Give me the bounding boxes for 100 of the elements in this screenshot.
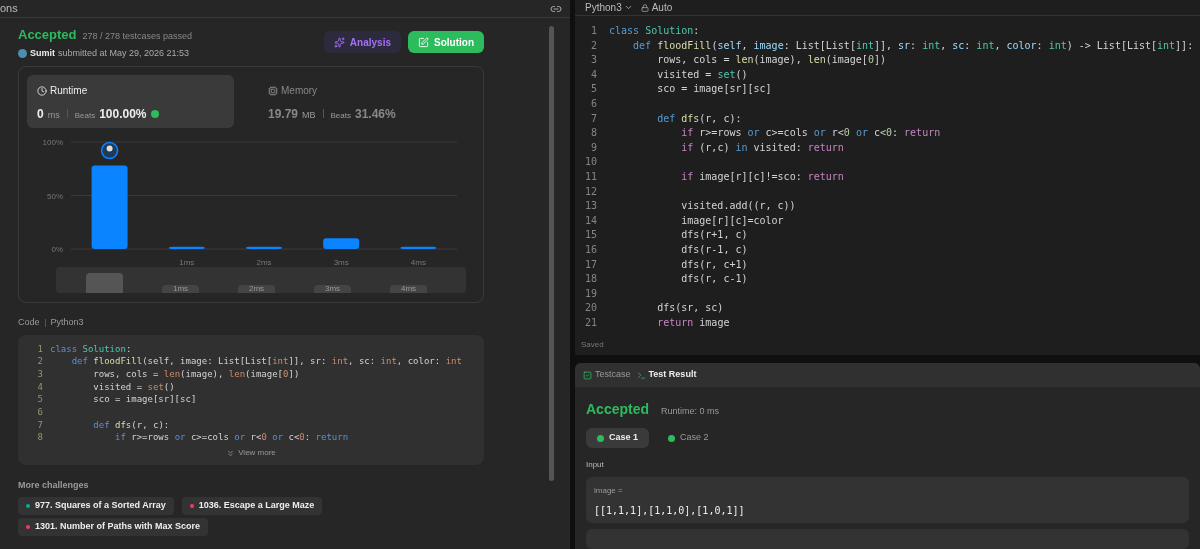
code-line: dfs(sr, sc) — [656, 301, 724, 316]
code-line: visited = set() — [656, 67, 748, 82]
sparkle-icon — [333, 36, 345, 48]
runtime-text: Runtime: 0 ms — [661, 405, 720, 418]
testcases-count: 278 / 278 testcases passed — [82, 30, 193, 43]
code-line: if r>=rows or c>=cols or r<0 or c<0: return — [680, 126, 941, 141]
line-number: 5 — [589, 82, 598, 97]
line-number: 15 — [583, 228, 598, 243]
bar — [400, 246, 437, 249]
avatar-marker-icon — [100, 141, 119, 160]
code-line: rows, cols = len(image), len(image[0]) — [656, 53, 886, 68]
code-line: dfs(r-1, c) — [680, 242, 748, 257]
code-line: dfs(r, c-1) — [680, 272, 748, 287]
bar — [323, 238, 360, 249]
input-label: Input — [586, 459, 605, 471]
challenge-chip[interactable]: 1036. Escape a Large Maze — [181, 497, 323, 515]
scrollbar-thumb[interactable] — [549, 26, 554, 481]
result-status: Accepted — [586, 400, 650, 419]
code-line: visited = set() — [92, 380, 175, 394]
mode-label: Auto — [651, 1, 673, 15]
code-line: def floodFill(self, image: List[List[int]], sr: int, sc: int, color: int) -> List[List[int]]: — [632, 38, 1194, 53]
terminal-icon — [636, 370, 646, 380]
line-number: 6 — [589, 96, 598, 111]
code-line: def floodFill(self, image: List[List[int]], sr: int, sc: int, color: int — [70, 355, 462, 368]
stat-label: Runtime — [50, 84, 88, 98]
language-dropdown[interactable]: Python3 — [585, 0, 633, 15]
range-navigator[interactable]: 1ms 2ms 3ms 4ms — [56, 267, 466, 293]
axis-label: 4ms — [410, 258, 426, 267]
save-status: Saved — [581, 339, 605, 351]
line-number: 3 — [589, 53, 598, 68]
code-label: Code — [18, 316, 40, 329]
axis-label: 2ms — [256, 258, 272, 267]
challenge-chip[interactable]: 977. Squares of a Sorted Array — [18, 497, 174, 515]
panel-tab[interactable]: Test Result — [636, 368, 697, 382]
submitted-time: submitted at May 29, 2026 21:53 — [58, 46, 190, 60]
bar — [246, 246, 282, 249]
axis-label: 100% — [42, 138, 63, 147]
edit-icon — [418, 36, 429, 48]
code-line: if (r,c) in visited: return — [680, 140, 844, 155]
code-line: def dfs(r, c): — [656, 111, 742, 126]
code-line: image[r][c]=color — [680, 213, 784, 228]
code-line: sco = image[sr][sc] — [656, 82, 772, 97]
view-more-button[interactable]: View more — [226, 447, 276, 459]
line-number: 3 — [36, 367, 44, 381]
line-number: 9 — [589, 140, 598, 155]
line-number: 2 — [589, 38, 598, 53]
line-number: 11 — [583, 169, 598, 184]
beats-label: Beats — [330, 110, 351, 122]
line-number: 7 — [589, 111, 598, 126]
line-number: 8 — [36, 431, 44, 444]
code-line: if image[r][c]!=sco: return — [680, 169, 844, 184]
line-number: 13 — [583, 199, 598, 214]
status-title: Accepted — [18, 26, 77, 44]
input-value: [[1,1,1],[1,1,0],[1,0,1]] — [594, 504, 746, 518]
panel-tab[interactable]: Testcase — [583, 368, 631, 382]
badge-icon — [150, 110, 159, 118]
line-number: 12 — [583, 184, 598, 199]
line-number: 10 — [583, 155, 598, 170]
user-name[interactable]: Sumit — [30, 46, 55, 60]
case-tab[interactable]: Case 2 — [657, 428, 720, 448]
stat-label: Memory — [281, 84, 318, 98]
line-number: 4 — [589, 67, 598, 82]
line-number: 19 — [583, 286, 598, 301]
stat-tile[interactable]: Memory 19.79 MB Beats 31.46% — [258, 75, 465, 128]
panel-tab[interactable]: ons — [0, 0, 18, 17]
line-number: 16 — [583, 242, 598, 257]
navigator-label: 1ms — [162, 285, 199, 293]
stat-unit: ms — [47, 109, 60, 122]
user-avatar-icon — [18, 48, 27, 58]
line-number: 7 — [36, 418, 44, 432]
code-line: class Solution: — [609, 24, 700, 38]
line-number: 18 — [583, 272, 598, 287]
code-line: return image — [656, 315, 730, 330]
beats-value: 31.46% — [355, 106, 396, 123]
chevrons-down-icon — [226, 448, 236, 458]
code-line: dfs(r+1, c) — [680, 228, 748, 243]
challenge-chip[interactable]: 1301. Number of Paths with Max Score — [18, 518, 209, 536]
lock-icon — [640, 3, 649, 12]
checkbox-icon — [583, 370, 592, 380]
case-tab[interactable]: Case 1 — [586, 428, 650, 448]
language-label: Python3 — [50, 316, 84, 329]
navigator-bar — [86, 273, 123, 293]
bar — [168, 246, 205, 249]
stat-tile[interactable]: Runtime 0 ms Beats 100.00% — [27, 75, 234, 128]
axis-label: 1ms — [179, 258, 195, 267]
navigator-label: 4ms — [390, 285, 427, 293]
axis-label: 50% — [47, 191, 63, 201]
stat-unit: MB — [302, 109, 316, 122]
input-name: image = — [594, 485, 624, 497]
code-line: dfs(r, c+1) — [680, 257, 748, 272]
code-line: sco = image[sr][sc] — [92, 393, 197, 406]
code-line: if r>=rows or c>=cols or r<0 or c<0: return — [114, 431, 349, 444]
clock-icon — [37, 85, 47, 96]
code-line: rows, cols = len(image), len(image[0]) — [92, 367, 300, 381]
line-number: 1 — [36, 342, 44, 356]
stat-value: 19.79 — [268, 106, 299, 123]
line-number: 21 — [583, 315, 598, 330]
line-number: 14 — [583, 213, 598, 228]
line-number: 4 — [36, 380, 44, 394]
analysis-button[interactable]: Analysis — [323, 31, 401, 53]
